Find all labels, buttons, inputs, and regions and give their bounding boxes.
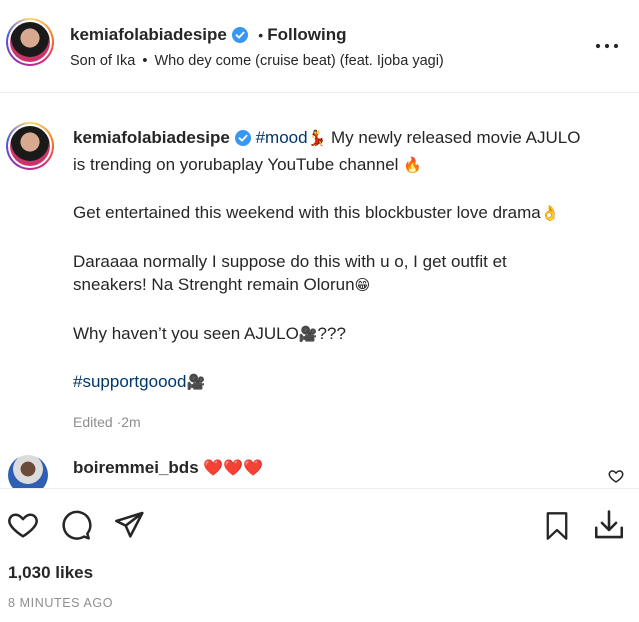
caption-text: is trending on yorubaplay YouTube channe… xyxy=(73,154,399,174)
header-user-line: kemiafolabiadesipe • Following xyxy=(70,25,347,48)
more-options-button[interactable] xyxy=(594,38,620,54)
bookmark-icon xyxy=(546,512,568,540)
dancer-emoji: 💃 xyxy=(307,129,327,147)
verified-badge-icon xyxy=(234,129,251,153)
caption-avatar-ring[interactable] xyxy=(6,122,54,170)
header-avatar xyxy=(10,22,50,62)
caption-text: sneakers! Na Strenght remain Olorun xyxy=(73,275,355,294)
caption-avatar xyxy=(10,126,50,166)
caption-text: Why haven’t you seen AJULO xyxy=(73,323,299,343)
ok-hand-emoji: 👌 xyxy=(540,204,560,222)
audio-track: Who dey come (cruise beat) (feat. Ijoba … xyxy=(154,53,444,69)
comment-row: boiremmei_bds ❤️❤️❤️ xyxy=(0,450,639,488)
caption-username[interactable]: kemiafolabiadesipe xyxy=(73,128,230,147)
save-button[interactable] xyxy=(543,511,571,541)
commenter-username[interactable]: boiremmei_bds xyxy=(73,458,199,477)
heart-outline-icon xyxy=(608,470,624,483)
caption-text: Daraaaa normally I suppose do this with … xyxy=(73,251,507,271)
caption-time[interactable]: 2m xyxy=(121,414,140,430)
comment-icon xyxy=(62,510,92,540)
download-icon xyxy=(594,510,624,539)
comment-text: ❤️❤️❤️ xyxy=(203,458,263,477)
movie-camera-emoji: 🎥 xyxy=(298,324,318,343)
comment-like-button[interactable] xyxy=(608,468,624,484)
caption-line-1: kemiafolabiadesipe #mood💃 My newly relea… xyxy=(73,126,633,153)
fire-emoji: 🔥 xyxy=(403,155,422,174)
caption-paragraph: Why haven’t you seen AJULO🎥??? xyxy=(73,322,633,347)
caption-text: ??? xyxy=(317,323,346,343)
post-timestamp[interactable]: 8 MINUTES AGO xyxy=(8,596,113,610)
header-username[interactable]: kemiafolabiadesipe xyxy=(70,25,227,44)
caption-block: kemiafolabiadesipe #mood💃 My newly relea… xyxy=(73,126,633,434)
caption-paragraph: Daraaaa normally I suppose do this with … xyxy=(73,250,633,298)
edited-label: Edited xyxy=(73,413,113,430)
grin-emoji: 😁 xyxy=(354,276,371,294)
commenter-avatar[interactable] xyxy=(8,455,48,488)
more-horizontal-icon xyxy=(595,43,619,49)
heart-icon xyxy=(8,513,38,538)
caption-text: My newly released movie AJULO xyxy=(330,128,581,147)
actions-divider xyxy=(0,488,639,489)
audio-artist: Son of Ika xyxy=(70,53,136,69)
caption-paragraph: Get entertained this weekend with this b… xyxy=(73,201,633,226)
movie-camera-emoji: 🎥 xyxy=(186,373,206,391)
hashtag-link[interactable]: #mood xyxy=(256,128,308,147)
share-button[interactable] xyxy=(113,509,145,541)
audio-line[interactable]: Son of Ika • Who dey come (cruise beat) … xyxy=(70,53,444,69)
verified-badge-icon xyxy=(231,27,248,48)
header-separator: • xyxy=(258,27,264,43)
download-button[interactable] xyxy=(592,508,626,542)
caption-line-2: is trending on yorubaplay YouTube channe… xyxy=(73,153,633,178)
caption-meta: Edited ·2m xyxy=(73,411,633,435)
like-button[interactable] xyxy=(7,509,39,541)
likes-count[interactable]: 1,030 likes xyxy=(8,563,93,583)
caption-text: Get entertained this weekend with this b… xyxy=(73,203,541,222)
send-icon xyxy=(115,511,144,538)
hashtag-link[interactable]: #supportgoood xyxy=(73,372,186,391)
following-button[interactable]: Following xyxy=(267,25,346,44)
audio-separator: • xyxy=(142,53,148,69)
comment-button[interactable] xyxy=(60,509,92,541)
caption-paragraph: #supportgoood🎥 xyxy=(73,370,633,395)
header-divider xyxy=(0,92,639,93)
header-avatar-ring[interactable] xyxy=(6,18,54,66)
